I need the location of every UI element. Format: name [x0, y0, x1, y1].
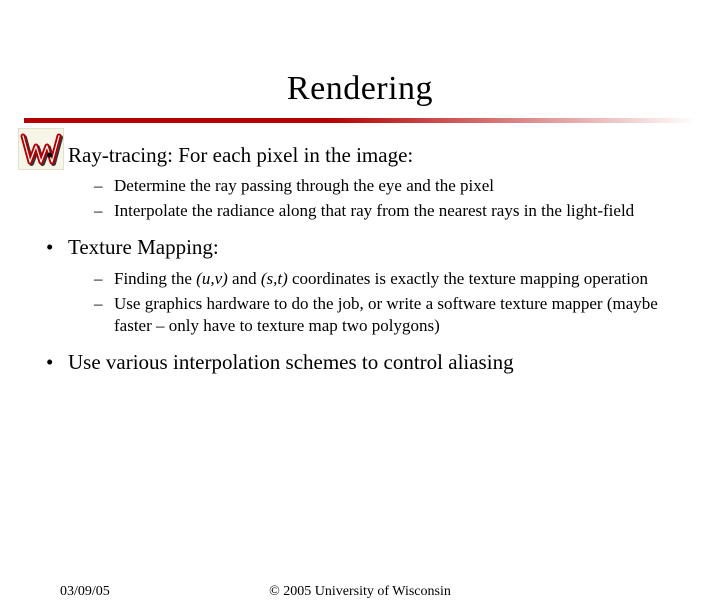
text: Finding the — [114, 269, 196, 288]
text: coordinates is exactly the texture mappi… — [288, 269, 648, 288]
slide-title: Rendering — [0, 70, 720, 108]
text: and — [228, 269, 261, 288]
sub-bullet: Determine the ray passing through the ey… — [92, 175, 678, 198]
bullet-text: Ray-tracing: For each pixel in the image… — [68, 143, 413, 167]
uv-coords: (u,v) — [196, 269, 228, 288]
footer-copyright: © 2005 University of Wisconsin — [0, 584, 720, 600]
st-coords: (s,t) — [261, 269, 288, 288]
sub-bullet: Use graphics hardware to do the job, or … — [92, 293, 678, 339]
bullet-texture-mapping: Texture Mapping: Finding the (u,v) and (… — [42, 233, 678, 338]
slide: Rendering Ray-tracing: For each pixel in… — [0, 70, 720, 610]
bullet-interpolation: Use various interpolation schemes to con… — [42, 348, 678, 376]
slide-body: Ray-tracing: For each pixel in the image… — [42, 141, 678, 377]
bullet-raytracing: Ray-tracing: For each pixel in the image… — [42, 141, 678, 223]
title-underline — [24, 118, 696, 123]
sub-bullet: Interpolate the radiance along that ray … — [92, 200, 678, 223]
bullet-text: Texture Mapping: — [68, 235, 219, 259]
sub-bullet: Finding the (u,v) and (s,t) coordinates … — [92, 268, 678, 291]
